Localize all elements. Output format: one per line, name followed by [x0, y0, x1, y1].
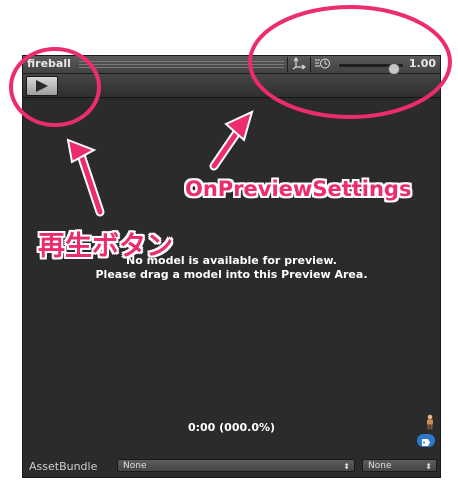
- play-button-highlight-ellipse: [9, 47, 101, 127]
- play-button-annotation: 再生ボタン: [38, 231, 173, 262]
- settings-highlight-ellipse: [248, 5, 452, 119]
- play-arrow-shaft: [77, 149, 103, 215]
- onpreviewsettings-annotation: OnPreviewSettings: [185, 177, 412, 201]
